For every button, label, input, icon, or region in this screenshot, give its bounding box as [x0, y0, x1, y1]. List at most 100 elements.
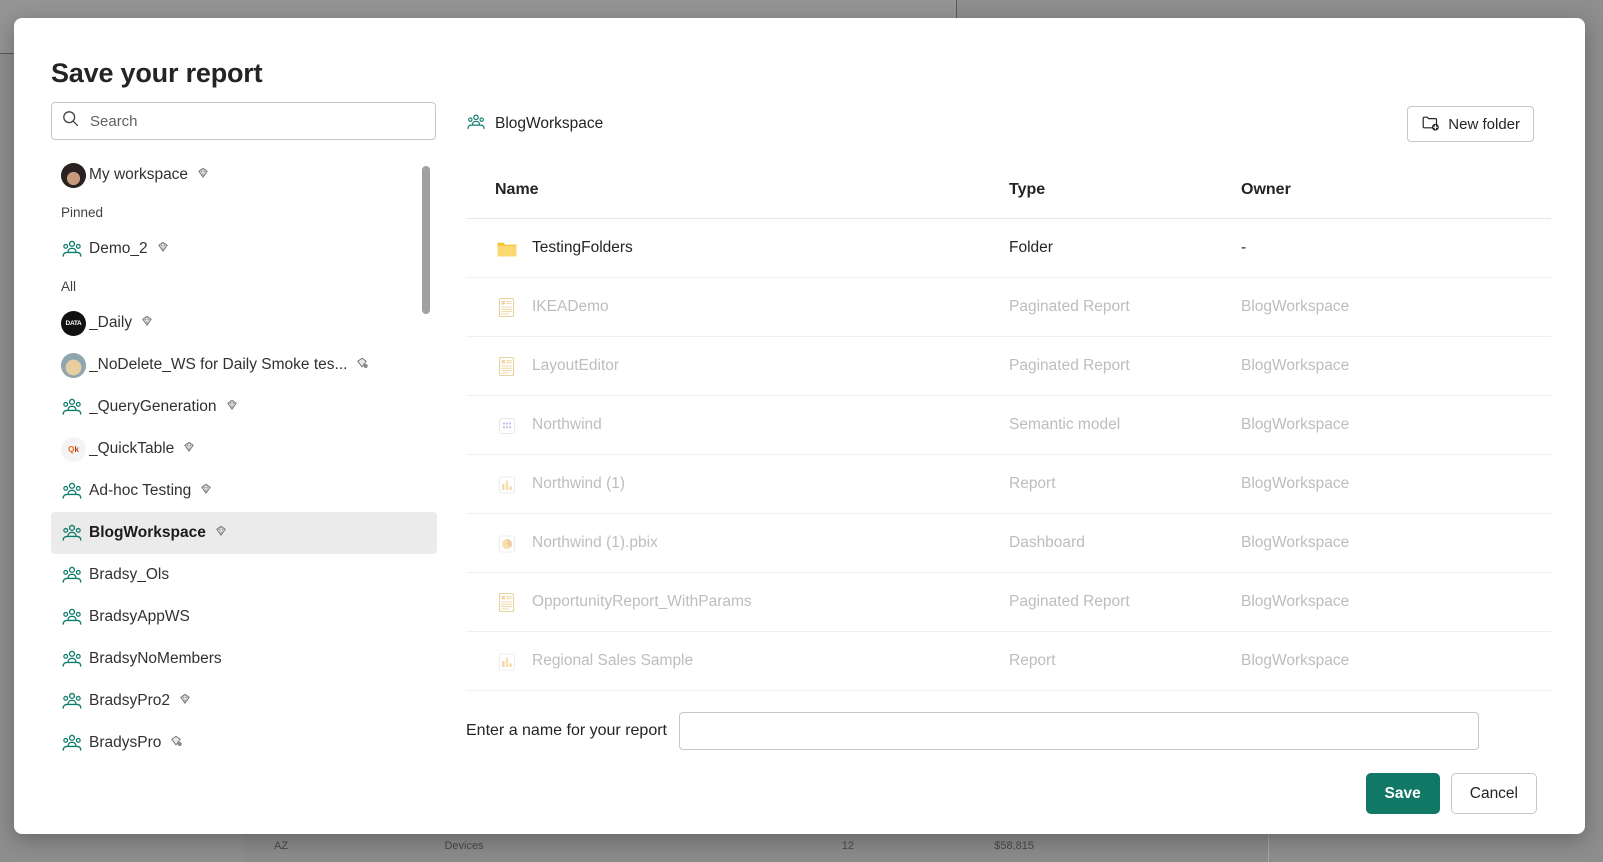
cell-owner: BlogWorkspace: [1241, 298, 1350, 315]
item-name: Northwind (1).pbix: [532, 534, 658, 551]
table-row: OpportunityReport_WithParams Paginated R…: [466, 573, 1551, 632]
sidebar-item-demo-2[interactable]: Demo_2: [51, 228, 437, 270]
column-header-name[interactable]: Name: [495, 181, 1009, 199]
sidebar-item-label: BradsyPro2: [89, 692, 170, 709]
diamond-icon: [225, 398, 239, 417]
column-header-type[interactable]: Type: [1009, 181, 1241, 199]
workspace-people-icon: [61, 396, 89, 418]
sidebar-item-label: BradsyAppWS: [89, 608, 190, 625]
workspace-people-icon: [61, 238, 89, 260]
cell-type: Report: [1009, 475, 1056, 492]
cell-name: LayoutEditor: [495, 355, 1009, 377]
workspace-people-icon: [61, 690, 89, 712]
sidebar-item-my-workspace[interactable]: My workspace: [51, 154, 437, 196]
item-name: OpportunityReport_WithParams: [532, 593, 752, 610]
report-icon: [495, 650, 517, 672]
workspace-list-scrollbar-thumb[interactable]: [422, 166, 430, 314]
workspace-people-icon: [61, 522, 89, 544]
cell-type: Semantic model: [1009, 416, 1121, 433]
sidebar-item-nodelete-ws-for-daily-smoke-tes[interactable]: _NoDelete_WS for Daily Smoke tes...: [51, 344, 437, 386]
sidebar-item-bradsypro2[interactable]: BradsyPro2: [51, 680, 437, 722]
cell-owner: BlogWorkspace: [1241, 593, 1350, 610]
paginated-report-icon: [495, 296, 517, 318]
sidebar-item-quicktable[interactable]: Qk _QuickTable: [51, 428, 437, 470]
table-row: LayoutEditor Paginated Report BlogWorksp…: [466, 337, 1551, 396]
folder-icon: [495, 237, 517, 259]
report-icon: [495, 473, 517, 495]
paginated-report-icon: [495, 591, 517, 613]
cell-type: Report: [1009, 652, 1056, 669]
background-cell-count: 12: [841, 839, 854, 852]
paginated-report-icon: [495, 355, 517, 377]
sidebar-item-daily[interactable]: DATA _Daily: [51, 302, 437, 344]
diamond-icon: [140, 314, 154, 333]
breadcrumb[interactable]: BlogWorkspace: [466, 112, 603, 137]
cell-type: Paginated Report: [1009, 593, 1130, 610]
table-row: Regional Sales Sample Report BlogWorkspa…: [466, 632, 1551, 691]
sidebar-item-label: BradysPro: [89, 734, 162, 751]
cell-type: Folder: [1009, 239, 1053, 256]
cell-type: Paginated Report: [1009, 357, 1130, 374]
table-row: Northwind (1).pbix Dashboard BlogWorkspa…: [466, 514, 1551, 573]
column-header-owner[interactable]: Owner: [1241, 181, 1541, 199]
report-name-label: Enter a name for your report: [466, 722, 667, 739]
workspace-people-icon: [61, 606, 89, 628]
cell-name: Northwind (1): [495, 473, 1009, 495]
workspace-people-icon: [466, 112, 486, 137]
sidebar-item-bradsyappws[interactable]: BradsyAppWS: [51, 596, 437, 638]
cell-name: IKEADemo: [495, 296, 1009, 318]
background-cell-state: AZ: [274, 839, 289, 852]
sidebar-item-bradsynomembers[interactable]: BradsyNoMembers: [51, 638, 437, 680]
sidebar-item-bradyspro[interactable]: BradysPro: [51, 722, 437, 764]
item-name: Northwind (1): [532, 475, 626, 492]
cell-type: Paginated Report: [1009, 298, 1130, 315]
workspace-people-icon: [61, 480, 89, 502]
cell-owner: BlogWorkspace: [1241, 357, 1350, 374]
diamond-icon: [214, 524, 228, 543]
diamond-icon: [199, 482, 213, 501]
search-icon: [62, 110, 88, 132]
avatar-photo: [61, 162, 89, 188]
item-name: TestingFolders: [532, 239, 633, 256]
semantic-model-icon: [495, 414, 517, 436]
dashboard-icon: [495, 532, 517, 554]
sidebar-item-ad-hoc-testing[interactable]: Ad-hoc Testing: [51, 470, 437, 512]
cell-owner: -: [1241, 239, 1247, 256]
table-row: Northwind (1) Report BlogWorkspace: [466, 455, 1551, 514]
report-name-input[interactable]: [678, 712, 1479, 750]
new-folder-icon: [1421, 113, 1440, 136]
cell-owner: BlogWorkspace: [1241, 475, 1350, 492]
workspace-group-header: All: [61, 278, 77, 294]
save-button[interactable]: Save: [1365, 773, 1440, 814]
sidebar-item-querygeneration[interactable]: _QueryGeneration: [51, 386, 437, 428]
table-row[interactable]: TestingFolders Folder -: [466, 219, 1551, 278]
workspace-group-header: Pinned: [61, 204, 104, 220]
cell-owner: BlogWorkspace: [1241, 416, 1350, 433]
dialog-title: Save your report: [51, 58, 263, 88]
report-name-row: Enter a name for your report: [466, 712, 1479, 750]
dialog-action-buttons: Save Cancel: [1365, 773, 1537, 814]
workspace-people-icon: [61, 732, 89, 754]
item-name: Northwind: [532, 416, 602, 433]
workspace-picker-panel: My workspace Pinned Demo_2 All DATA_Daily…: [51, 102, 437, 804]
cell-name: Northwind (1).pbix: [495, 532, 1009, 554]
cell-name: TestingFolders: [495, 237, 1009, 259]
grid-body: TestingFolders Folder - IKEADemo Paginat…: [466, 218, 1551, 691]
breadcrumb-label: BlogWorkspace: [495, 115, 604, 132]
diamond-icon: [182, 440, 196, 459]
breadcrumb-bar: BlogWorkspace New folder: [466, 102, 1551, 146]
search-box[interactable]: [51, 102, 436, 140]
avatar-dark: DATA: [61, 310, 89, 336]
workspace-people-icon: [61, 648, 89, 670]
sidebar-item-label: _Daily: [89, 314, 133, 331]
cancel-button[interactable]: Cancel: [1450, 773, 1537, 814]
sidebar-item-label: _QueryGeneration: [89, 398, 217, 415]
new-folder-label: New folder: [1448, 115, 1520, 133]
new-folder-button[interactable]: New folder: [1407, 106, 1534, 142]
cell-name: OpportunityReport_WithParams: [495, 591, 1009, 613]
sidebar-item-bradsy-ols[interactable]: Bradsy_Ols: [51, 554, 437, 596]
search-input[interactable]: [88, 111, 425, 131]
table-row: Northwind Semantic model BlogWorkspace: [466, 396, 1551, 455]
sidebar-item-blogworkspace[interactable]: BlogWorkspace: [51, 512, 437, 554]
workspace-list[interactable]: My workspace Pinned Demo_2 All DATA _Daily…: [51, 154, 437, 804]
